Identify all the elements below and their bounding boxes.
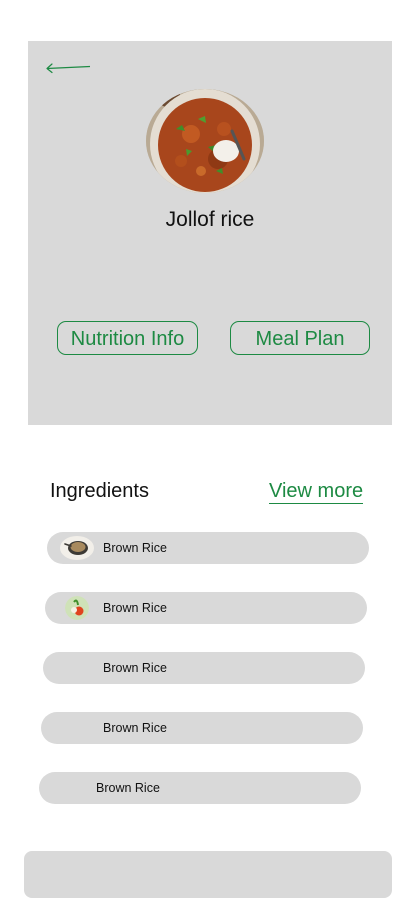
ingredient-item[interactable]: Brown Rice [45, 592, 367, 624]
dish-image [146, 89, 264, 193]
ingredients-heading: Ingredients [50, 480, 149, 502]
ingredient-item[interactable]: Brown Rice [47, 532, 369, 564]
ingredient-label: Brown Rice [103, 721, 167, 735]
ingredient-label: Brown Rice [96, 781, 160, 795]
vegetable-icon [65, 596, 89, 620]
ingredient-label: Brown Rice [103, 661, 167, 675]
dish-hero-panel: Jollof rice Nutrition Info Meal Plan [28, 41, 392, 425]
dish-title: Jollof rice [165, 208, 255, 231]
meal-plan-button[interactable]: Meal Plan [230, 321, 370, 355]
ingredient-label: Brown Rice [103, 601, 167, 615]
nutrition-info-button[interactable]: Nutrition Info [57, 321, 198, 355]
ingredient-item[interactable]: Brown Rice [41, 712, 363, 744]
view-more-link[interactable]: View more [269, 480, 364, 504]
ingredient-label: Brown Rice [103, 541, 167, 555]
arrow-left-icon [46, 63, 91, 74]
brown-rice-bowl-icon [59, 535, 95, 561]
bottom-action-bar[interactable] [24, 851, 392, 898]
back-button[interactable] [44, 59, 94, 79]
ingredient-item[interactable]: Brown Rice [43, 652, 365, 684]
ingredient-item[interactable]: Brown Rice [39, 772, 361, 804]
